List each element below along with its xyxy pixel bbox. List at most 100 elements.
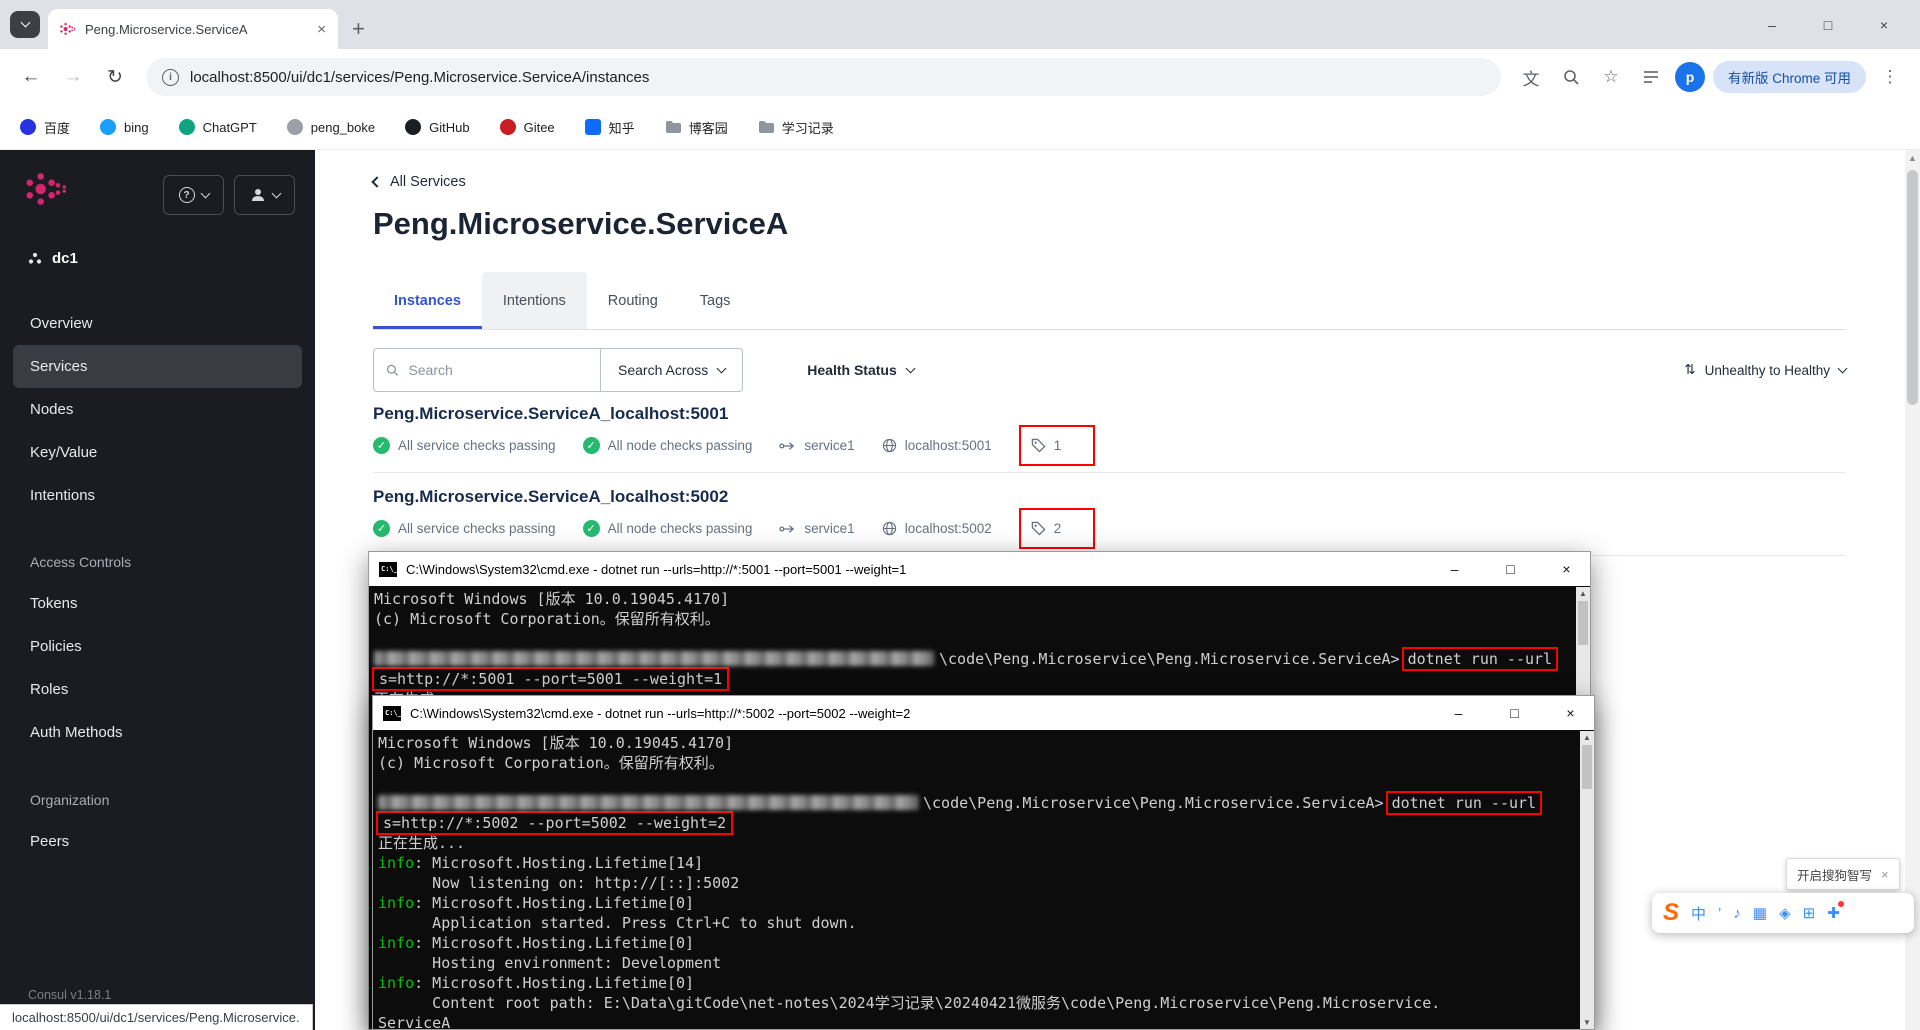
terminal-line: Microsoft Windows [版本 10.0.19045.4170]: [374, 590, 730, 608]
scroll-down-icon[interactable]: ▼: [1583, 1018, 1591, 1027]
maximize-button[interactable]: □: [1800, 17, 1856, 33]
datacenter-icon: [28, 252, 42, 264]
tag-count: 2: [1053, 521, 1062, 536]
translate-icon[interactable]: 文: [1515, 61, 1547, 93]
bookmark-gitee[interactable]: Gitee: [499, 119, 555, 135]
instance-meta: ✓ All service checks passing ✓ All node …: [373, 425, 1846, 466]
bookmark-zhihu[interactable]: 知乎: [584, 118, 635, 137]
datacenter-selector[interactable]: dc1: [28, 250, 78, 267]
site-icon: [286, 119, 303, 135]
account-menu-button[interactable]: [234, 175, 295, 215]
search-icon: [386, 364, 399, 376]
minimize-button[interactable]: –: [1435, 696, 1482, 730]
check-passing-icon: ✓: [373, 437, 390, 454]
new-tab-button[interactable]: +: [352, 18, 365, 40]
bookmark-cnblogs-folder[interactable]: 博客园: [665, 118, 728, 137]
help-menu-button[interactable]: ?: [163, 175, 224, 215]
consul-version: Consul v1.18.1: [28, 988, 112, 1002]
bookmark-baidu[interactable]: 百度: [20, 118, 70, 137]
tag-annotation-box: 1: [1018, 425, 1096, 466]
url-text[interactable]: localhost:8500/ui/dc1/services/Peng.Micr…: [190, 69, 649, 86]
sidebar-item-intentions[interactable]: Intentions: [13, 474, 302, 517]
cmd-titlebar[interactable]: C:\_ C:\Windows\System32\cmd.exe - dotne…: [373, 696, 1594, 730]
menu-kebab-icon[interactable]: ⋮: [1874, 61, 1906, 93]
sort-dropdown[interactable]: ⇅ Unhealthy to Healthy: [1684, 362, 1848, 378]
chinese-mode-icon[interactable]: 中: [1691, 903, 1706, 924]
health-status-dropdown[interactable]: Health Status: [807, 362, 916, 378]
sidebar-item-peers[interactable]: Peers: [13, 820, 302, 863]
instance-address: localhost:5002: [882, 521, 992, 536]
tab-search-button[interactable]: [10, 11, 40, 38]
profile-avatar[interactable]: p: [1674, 62, 1705, 92]
cmd-window-title: C:\Windows\System32\cmd.exe - dotnet run…: [410, 705, 911, 721]
voice-input-icon[interactable]: ♪: [1733, 905, 1741, 922]
sidebar-item-roles[interactable]: Roles: [13, 668, 302, 711]
back-icon[interactable]: ←: [14, 60, 48, 94]
tab-instances[interactable]: Instances: [373, 272, 482, 329]
scrollbar-thumb[interactable]: [1582, 745, 1592, 789]
tab-intentions[interactable]: Intentions: [481, 272, 587, 329]
sidebar-item-tokens[interactable]: Tokens: [13, 582, 302, 625]
sidebar-item-services[interactable]: Services: [13, 345, 302, 388]
cmd-titlebar[interactable]: C:\_ C:\Windows\System32\cmd.exe - dotne…: [369, 552, 1590, 586]
browser-tab[interactable]: Peng.Microservice.ServiceA ×: [48, 9, 338, 49]
sidebar-item-nodes[interactable]: Nodes: [13, 388, 302, 431]
sidebar-item-policies[interactable]: Policies: [13, 625, 302, 668]
scroll-up-icon[interactable]: ▲: [1905, 153, 1920, 163]
maximize-button[interactable]: □: [1487, 552, 1534, 586]
instance-name-link[interactable]: Peng.Microservice.ServiceA_localhost:500…: [373, 487, 1846, 507]
search-input[interactable]: [408, 362, 588, 378]
tab-tags[interactable]: Tags: [679, 272, 752, 329]
ime-tooltip: 开启搜狗智写 ×: [1786, 858, 1900, 890]
user-icon: [251, 189, 264, 201]
close-icon[interactable]: ×: [1881, 867, 1889, 882]
tab-strip: Peng.Microservice.ServiceA × + – □ ×: [0, 0, 1920, 49]
keyboard-icon[interactable]: ▦: [1753, 904, 1767, 922]
tab-close-icon[interactable]: ×: [317, 21, 326, 38]
sidebar-item-key-value[interactable]: Key/Value: [13, 431, 302, 474]
skin-icon[interactable]: ◈: [1779, 904, 1791, 922]
sidebar-item-overview[interactable]: Overview: [13, 302, 302, 345]
chrome-update-button[interactable]: 有新版 Chrome 可用: [1712, 61, 1866, 93]
close-button[interactable]: ×: [1547, 696, 1594, 730]
bookmark-study-folder[interactable]: 学习记录: [758, 118, 834, 137]
service-checks-status: ✓ All service checks passing: [373, 437, 556, 454]
bookmark-peng-boke[interactable]: peng_boke: [286, 119, 375, 135]
extension-icon[interactable]: ✚: [1827, 901, 1844, 922]
bookmark-star-icon[interactable]: ☆: [1595, 61, 1627, 93]
maximize-button[interactable]: □: [1491, 696, 1538, 730]
bookmark-bing[interactable]: bing: [100, 119, 149, 135]
zoom-search-icon[interactable]: [1555, 61, 1587, 93]
instance-name-link[interactable]: Peng.Microservice.ServiceA_localhost:500…: [373, 404, 1846, 424]
sidebar-nav: Overview Services Nodes Key/Value Intent…: [0, 302, 315, 517]
minimize-button[interactable]: –: [1744, 17, 1800, 33]
scrollbar-thumb[interactable]: [1578, 601, 1588, 645]
back-to-all-services-link[interactable]: All Services: [371, 174, 466, 190]
reload-icon[interactable]: ↻: [98, 60, 132, 94]
terminal-line: Microsoft Windows [版本 10.0.19045.4170]: [378, 734, 734, 752]
punctuation-icon[interactable]: ’: [1718, 905, 1721, 922]
reading-list-icon[interactable]: [1635, 61, 1667, 93]
terminal-scrollbar[interactable]: ▲ ▼: [1580, 731, 1594, 1029]
minimize-button[interactable]: –: [1431, 552, 1478, 586]
page-title: Peng.Microservice.ServiceA: [373, 206, 789, 241]
close-button[interactable]: ×: [1543, 552, 1590, 586]
search-box[interactable]: [373, 348, 601, 392]
search-across-dropdown[interactable]: Search Across: [601, 348, 744, 392]
close-button[interactable]: ×: [1856, 17, 1912, 33]
sogou-logo[interactable]: S: [1663, 901, 1679, 925]
scroll-up-icon[interactable]: ▲: [1583, 733, 1591, 742]
sidebar-item-auth-methods[interactable]: Auth Methods: [13, 711, 302, 754]
tab-routing[interactable]: Routing: [587, 272, 679, 329]
forward-icon[interactable]: →: [56, 60, 90, 94]
scrollbar-thumb[interactable]: [1907, 170, 1918, 405]
consul-logo[interactable]: [26, 168, 68, 215]
scroll-up-icon[interactable]: ▲: [1579, 589, 1587, 598]
address-bar[interactable]: i localhost:8500/ui/dc1/services/Peng.Mi…: [146, 58, 1501, 96]
terminal-line: \code\Peng.Microservice\Peng.Microservic…: [374, 649, 1576, 669]
site-info-icon[interactable]: i: [162, 68, 179, 86]
toolbox-icon[interactable]: ⊞: [1803, 904, 1816, 922]
access-controls-heading: Access Controls: [30, 554, 132, 570]
bookmark-github[interactable]: GitHub: [405, 119, 470, 135]
bookmark-chatgpt[interactable]: ChatGPT: [178, 119, 257, 135]
